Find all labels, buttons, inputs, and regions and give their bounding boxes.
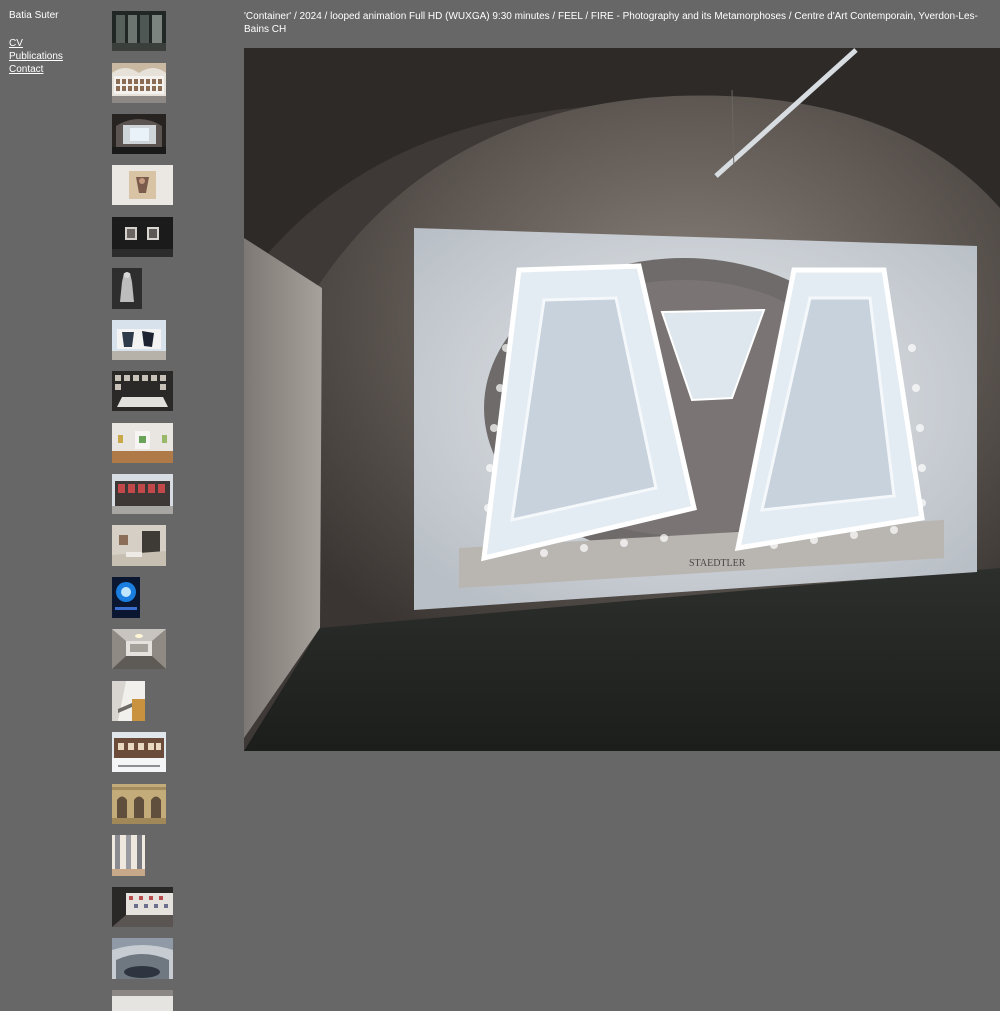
nav-link-publications[interactable]: Publications [9, 50, 63, 63]
thumb-historic-building[interactable] [112, 732, 166, 772]
thumb-blue-circle[interactable] [112, 577, 140, 618]
thumb-stone-arches[interactable] [112, 784, 166, 824]
main-artwork-image: STAEDTLER [244, 48, 1000, 751]
thumb-white-gallery-green[interactable] [112, 423, 173, 463]
nav-link-cv[interactable]: CV [9, 37, 63, 50]
artwork-caption: 'Container' / 2024 / looped animation Fu… [244, 11, 978, 35]
artist-name[interactable]: Batia Suter [9, 10, 58, 21]
thumb-vaulted-wall-grid[interactable] [112, 63, 166, 103]
thumb-interior-columns[interactable] [112, 835, 145, 876]
thumb-projection-vault[interactable] [112, 114, 166, 154]
projection-label: STAEDTLER [689, 558, 746, 569]
thumb-image-wall[interactable] [112, 887, 173, 927]
nav-link-contact[interactable]: Contact [9, 63, 63, 76]
main-nav: CV Publications Contact [9, 37, 63, 76]
thumb-dark-wall-frames[interactable] [112, 217, 173, 257]
thumb-white-corner[interactable] [112, 681, 145, 721]
thumb-exhibition-table[interactable] [112, 371, 173, 411]
thumb-amphitheater[interactable] [112, 938, 173, 979]
thumb-billboard[interactable] [112, 320, 166, 360]
thumb-sculpture-bw[interactable] [112, 268, 142, 309]
thumb-glass-gallery[interactable] [112, 11, 166, 51]
thumb-room-installation[interactable] [112, 629, 166, 669]
thumb-building-facade[interactable] [112, 474, 173, 514]
thumb-beige-object[interactable] [112, 165, 173, 205]
thumb-gallery-interior[interactable] [112, 525, 166, 566]
thumb-white-box[interactable] [112, 990, 173, 1011]
